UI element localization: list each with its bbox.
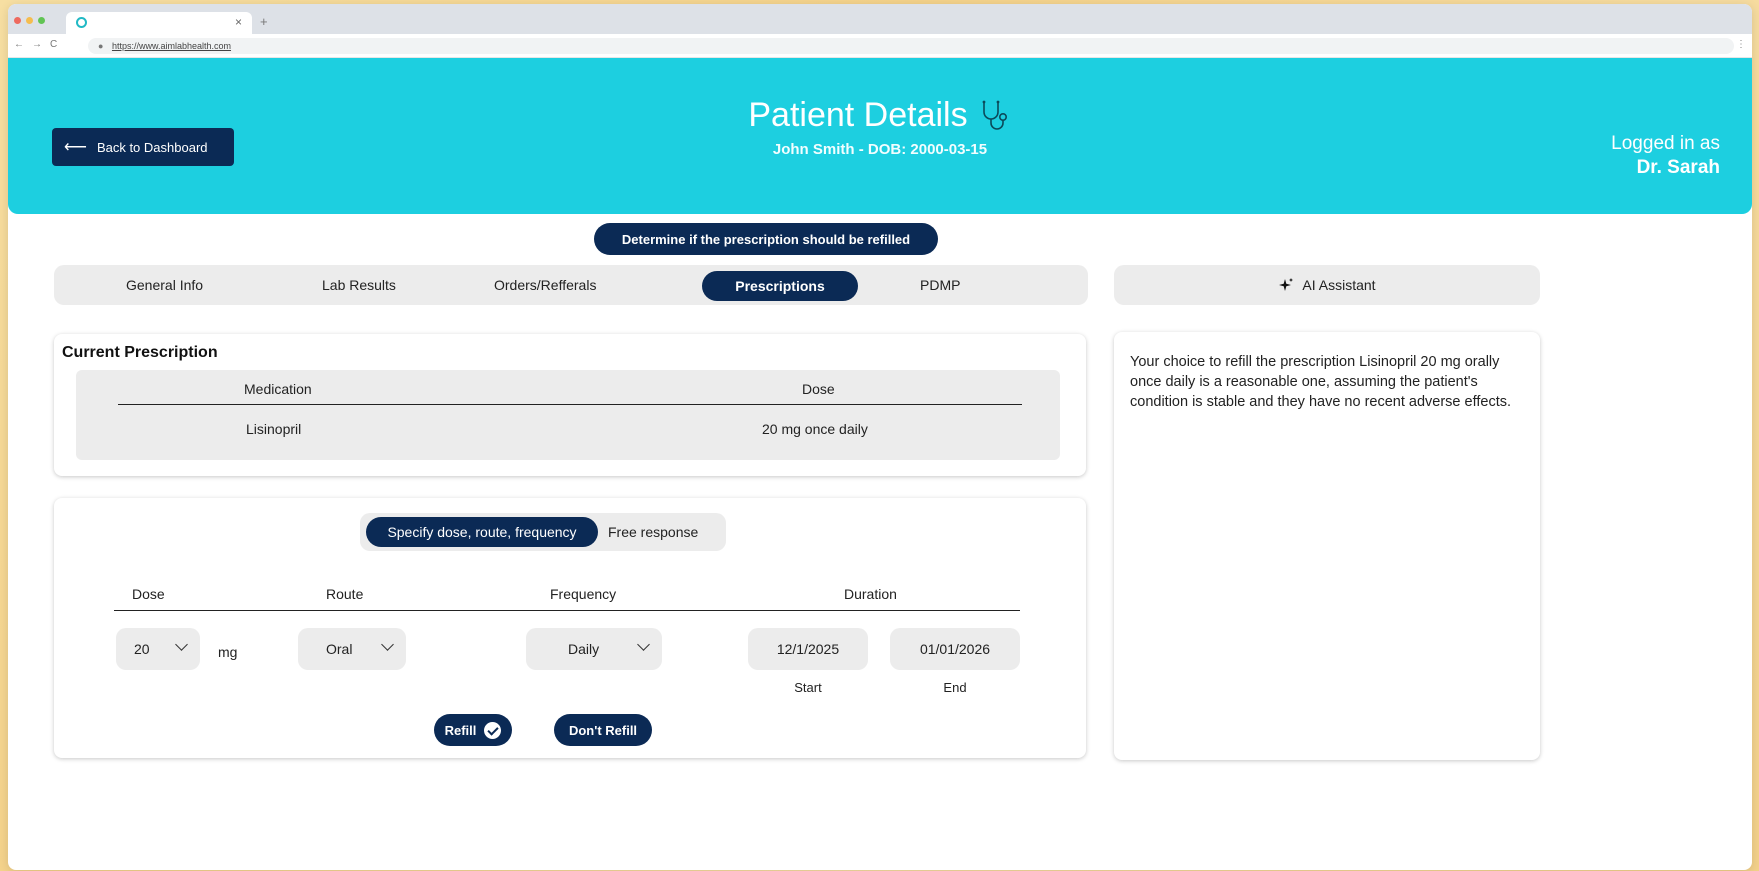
- prescription-table: Medication Dose Lisinopril 20 mg once da…: [76, 370, 1060, 460]
- back-icon[interactable]: ←: [14, 39, 24, 50]
- response-mode-toggle: Specify dose, route, frequency Free resp…: [360, 513, 726, 551]
- check-circle-icon: [484, 721, 502, 739]
- form-divider: [114, 610, 1020, 611]
- ai-assistant-panel: Your choice to refill the prescription L…: [1114, 332, 1540, 760]
- current-prescription-card: Current Prescription Medication Dose Lis…: [54, 334, 1086, 476]
- logged-in-label: Logged in as: [1611, 133, 1720, 154]
- page-title: Patient Details: [748, 96, 1011, 135]
- start-date-field[interactable]: 12/1/2025: [748, 628, 868, 670]
- page-title-block: Patient Details John Smith - DOB: 2000-0…: [8, 96, 1752, 158]
- browser-tab[interactable]: ×: [66, 12, 252, 34]
- page-title-text: Patient Details: [748, 96, 968, 134]
- refill-button[interactable]: Refill: [434, 714, 512, 746]
- end-date-label: End: [943, 680, 967, 695]
- forward-icon[interactable]: →: [32, 39, 42, 50]
- dose-header: Dose: [132, 586, 165, 602]
- lock-icon: ●: [98, 41, 104, 51]
- column-header-dose: Dose: [802, 381, 835, 397]
- close-tab-icon[interactable]: ×: [235, 15, 242, 29]
- route-header: Route: [326, 586, 364, 602]
- chevron-down-icon: [381, 638, 394, 651]
- dont-refill-label: Don't Refill: [568, 722, 638, 738]
- reload-icon[interactable]: C: [50, 39, 57, 50]
- refill-form-card: Specify dose, route, frequency Free resp…: [54, 498, 1086, 758]
- chevron-down-icon: [637, 638, 650, 651]
- table-cell-dose: 20 mg once daily: [762, 421, 868, 437]
- duration-header: Duration: [844, 586, 897, 602]
- table-divider: [118, 404, 1022, 405]
- user-name: Dr. Sarah: [1636, 157, 1720, 178]
- task-banner: Determine if the prescription should be …: [594, 223, 938, 255]
- mode-specify-button[interactable]: Specify dose, route, frequency: [366, 517, 598, 547]
- close-window-icon[interactable]: [14, 17, 21, 24]
- start-date-label: Start: [794, 680, 822, 695]
- dont-refill-button[interactable]: Don't Refill: [554, 714, 652, 746]
- site-favicon-icon: [76, 17, 87, 28]
- stethoscope-icon: [982, 100, 1007, 130]
- url-field[interactable]: ● https://www.aimlabhealth.com: [88, 38, 1734, 54]
- window-controls: [14, 17, 45, 24]
- dose-select[interactable]: 20: [116, 628, 200, 670]
- logged-in-info: Logged in as Dr. Sarah: [1611, 133, 1720, 179]
- frequency-select[interactable]: Daily: [526, 628, 662, 670]
- new-tab-icon[interactable]: +: [260, 14, 268, 29]
- sparkle-icon: [1279, 278, 1294, 291]
- table-cell-medication: Lisinopril: [246, 421, 302, 437]
- browser-tab-bar: × +: [8, 4, 1752, 34]
- tab-general-info[interactable]: General Info: [126, 265, 203, 305]
- tab-pdmp[interactable]: PDMP: [920, 265, 960, 305]
- ai-response-text: Your choice to refill the prescription L…: [1130, 354, 1512, 410]
- browser-nav: ← → C: [14, 39, 57, 50]
- tab-orders-refferals[interactable]: Orders/Refferals: [494, 265, 596, 305]
- url-text: https://www.aimlabhealth.com: [111, 41, 232, 51]
- frequency-header: Frequency: [550, 586, 617, 602]
- browser-window: × + ← → C ● https://www.aimlabhealth.com…: [8, 4, 1752, 870]
- route-select[interactable]: Oral: [298, 628, 406, 670]
- minimize-window-icon[interactable]: [26, 17, 33, 24]
- tab-lab-results[interactable]: Lab Results: [322, 265, 396, 305]
- maximize-window-icon[interactable]: [38, 17, 45, 24]
- current-prescription-title: Current Prescription: [62, 344, 218, 361]
- chevron-down-icon: [175, 638, 188, 651]
- frequency-value: Daily: [568, 641, 600, 657]
- patient-tabs: General Info Lab Results Orders/Refferal…: [54, 265, 1088, 305]
- tab-prescriptions[interactable]: Prescriptions: [702, 271, 858, 301]
- dose-value: 20: [134, 641, 150, 657]
- address-bar-row: ← → C ● https://www.aimlabhealth.com ⋮: [8, 34, 1752, 58]
- column-header-medication: Medication: [244, 381, 312, 397]
- browser-menu-icon[interactable]: ⋮: [1736, 39, 1746, 50]
- dose-unit: mg: [218, 644, 238, 660]
- page-header: ⟵ Back to Dashboard Patient Details John…: [8, 58, 1752, 214]
- ai-assistant-label: AI Assistant: [1302, 277, 1376, 293]
- patient-subtitle: John Smith - DOB: 2000-03-15: [772, 141, 988, 158]
- refill-label: Refill: [444, 722, 477, 738]
- end-date-field[interactable]: 01/01/2026: [890, 628, 1020, 670]
- mode-free-response-button[interactable]: Free response: [608, 517, 698, 547]
- ai-assistant-tab[interactable]: AI Assistant: [1114, 265, 1540, 305]
- route-value: Oral: [326, 641, 353, 657]
